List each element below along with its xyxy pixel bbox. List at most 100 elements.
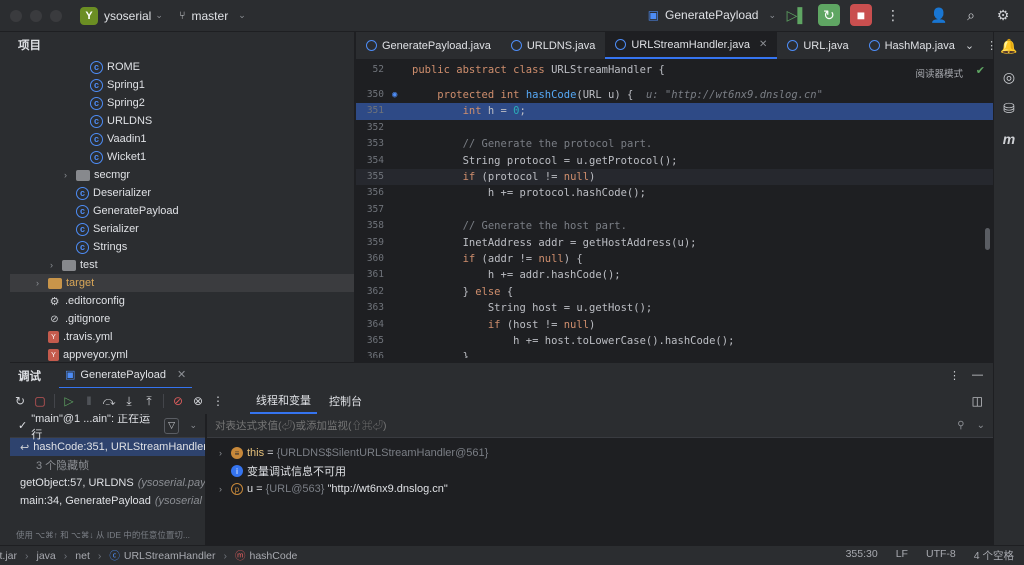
breadcrumb-item[interactable]: ⓒ URLStreamHandler	[109, 548, 215, 563]
layout-icon[interactable]: ◫	[972, 394, 983, 408]
close-icon[interactable]: ✕	[177, 368, 186, 381]
breadcrumb-item[interactable]: net	[75, 550, 90, 562]
line-number[interactable]: 353	[356, 136, 384, 152]
tree-item[interactable]: ⚙ .editorconfig	[10, 292, 354, 310]
code-line[interactable]: 355 if (protocol != null)	[356, 169, 993, 186]
tree-item[interactable]: c URLDNS	[10, 112, 354, 130]
tree-item[interactable]: c Spring1	[10, 76, 354, 94]
chevron-right-icon[interactable]: ›	[219, 484, 231, 494]
line-number[interactable]: 351	[356, 103, 384, 119]
code-line[interactable]: 366 }	[356, 349, 993, 358]
watch-icon[interactable]: ⚲	[957, 420, 964, 431]
code-line[interactable]: 364 if (host != null)	[356, 317, 993, 333]
chevron-right-icon[interactable]: ›	[219, 448, 231, 458]
tree-item[interactable]: c ROME	[10, 58, 354, 76]
tree-item[interactable]: c GeneratePayload	[10, 202, 354, 220]
line-number[interactable]: 352	[356, 120, 384, 136]
ai-assistant-icon[interactable]: ◎	[1003, 69, 1015, 86]
breadcrumb-item[interactable]: ⓜ hashCode	[235, 548, 297, 563]
database-icon[interactable]: ⛁	[1003, 100, 1015, 117]
code-line[interactable]: 358 // Generate the host part.	[356, 218, 993, 234]
code-line[interactable]: 350 ◉ protected int hashCode(URL u) { u: …	[356, 87, 993, 103]
stop-icon[interactable]: ▢	[30, 394, 50, 408]
line-number[interactable]: 363	[356, 300, 384, 316]
step-into-icon[interactable]: ⤓	[119, 394, 139, 409]
code-line[interactable]: 360 if (addr != null) {	[356, 251, 993, 267]
zoom-window-button[interactable]	[50, 9, 62, 22]
indent-setting[interactable]: 4 个空格	[974, 548, 1014, 563]
variable-row[interactable]: i 变量调试信息不可用	[207, 462, 993, 480]
code-line[interactable]: 351 int h = 0;	[356, 103, 993, 120]
line-number[interactable]: 358	[356, 218, 384, 234]
line-number[interactable]: 354	[356, 153, 384, 169]
caret-position[interactable]: 355:30	[846, 548, 878, 563]
branch-selector[interactable]: ⑂ master ⌄	[179, 9, 246, 23]
code-line[interactable]: 363 String host = u.getHost();	[356, 300, 993, 316]
stack-frame[interactable]: main:34, GeneratePayload (ysoserial	[10, 492, 205, 510]
run-config-selector[interactable]: ▣ GeneratePayload ⌄	[648, 8, 776, 22]
code-line[interactable]: 362 } else {	[356, 284, 993, 300]
code-line[interactable]: 352	[356, 120, 993, 136]
filter-icon[interactable]: ▽	[163, 417, 180, 434]
mute-breakpoints-icon[interactable]: ⊗	[188, 394, 208, 408]
tree-item[interactable]: c Vaadin1	[10, 130, 354, 148]
chevron-down-icon[interactable]: ⌄	[977, 420, 985, 431]
gear-icon[interactable]: ⚙	[992, 4, 1014, 26]
tree-item[interactable]: ⊘ .gitignore	[10, 310, 354, 328]
line-number[interactable]: 360	[356, 251, 384, 267]
line-number[interactable]: 355	[356, 169, 384, 185]
thread-selector[interactable]: ✓ "main"@1 ...ain": 正在运行 ▽ ⌄	[10, 414, 205, 441]
code-line[interactable]: 361 h += addr.hashCode();	[356, 267, 993, 283]
editor-tab[interactable]: GeneratePayload.java	[356, 32, 501, 59]
rerun-debug-button[interactable]: ↻	[818, 4, 840, 26]
hidden-frames-toggle[interactable]: 3 个隐藏帧	[10, 456, 205, 474]
chevron-down-icon[interactable]: ⌄	[155, 10, 163, 21]
more-icon[interactable]: ⋮	[949, 369, 960, 382]
file-encoding[interactable]: UTF-8	[926, 548, 956, 563]
code-line[interactable]: 357	[356, 202, 993, 218]
pause-icon[interactable]: ‖	[79, 394, 99, 408]
more-icon[interactable]: ⋮	[882, 4, 904, 26]
view-breakpoints-icon[interactable]: ⊘	[168, 394, 188, 408]
editor-tab[interactable]: HashMap.java	[859, 32, 965, 59]
close-window-button[interactable]	[10, 9, 22, 22]
tree-item[interactable]: c Serializer	[10, 220, 354, 238]
tree-item[interactable]: c Wicket1	[10, 148, 354, 166]
line-number[interactable]: 357	[356, 202, 384, 218]
variable-row[interactable]: › p u = {URL@563} "http://wt6nx9.dnslog.cn"	[207, 480, 993, 498]
tree-item[interactable]: c Deserializer	[10, 184, 354, 202]
line-number[interactable]: 364	[356, 317, 384, 333]
chevron-right-icon[interactable]: ›	[50, 260, 62, 270]
rerun-icon[interactable]: ↻	[10, 394, 30, 408]
code-line[interactable]: 354 String protocol = u.getProtocol();	[356, 153, 993, 169]
method-override-icon[interactable]: ◉	[392, 87, 402, 103]
more-icon[interactable]: ⋮	[986, 39, 997, 52]
chevron-down-icon[interactable]: ⌄	[189, 420, 197, 431]
line-number[interactable]: 362	[356, 284, 384, 300]
code-line[interactable]: 359 InetAddress addr = getHostAddress(u)…	[356, 235, 993, 251]
line-number[interactable]: 366	[356, 349, 384, 358]
close-icon[interactable]: ✕	[759, 39, 767, 50]
code-line[interactable]: 52 public abstract class URLStreamHandler…	[356, 62, 993, 78]
chevron-right-icon[interactable]: ›	[36, 278, 48, 288]
project-name[interactable]: ysoserial	[104, 9, 151, 23]
line-number[interactable]: 365	[356, 333, 384, 349]
tree-item[interactable]: c Strings	[10, 238, 354, 256]
editor-tab[interactable]: URLStreamHandler.java ✕	[605, 32, 778, 59]
add-user-icon[interactable]: 👤	[928, 4, 950, 26]
stop-button[interactable]: ■	[850, 4, 872, 26]
code-editor[interactable]: 阅读器模式 ✔ 52 public abstract class URLStrea…	[356, 60, 993, 358]
more-icon[interactable]: ⋮	[208, 394, 228, 408]
tree-item[interactable]: Y .travis.yml	[10, 328, 354, 346]
resume-icon[interactable]: ▷	[59, 394, 79, 408]
maven-icon[interactable]: m	[1003, 131, 1015, 147]
tree-item[interactable]: › secmgr	[10, 166, 354, 184]
step-out-icon[interactable]: ⤒	[139, 394, 159, 409]
debug-session-tab[interactable]: ▣ GeneratePayload ✕	[59, 363, 193, 389]
stack-frame[interactable]: getObject:57, URLDNS (ysoserial.pay	[10, 474, 205, 492]
line-separator[interactable]: LF	[896, 548, 908, 563]
line-number[interactable]: 350	[356, 87, 384, 103]
chevron-right-icon[interactable]: ›	[64, 170, 76, 180]
search-icon[interactable]: ⌕	[960, 4, 982, 26]
step-over-icon[interactable]: ⤼	[99, 394, 119, 409]
